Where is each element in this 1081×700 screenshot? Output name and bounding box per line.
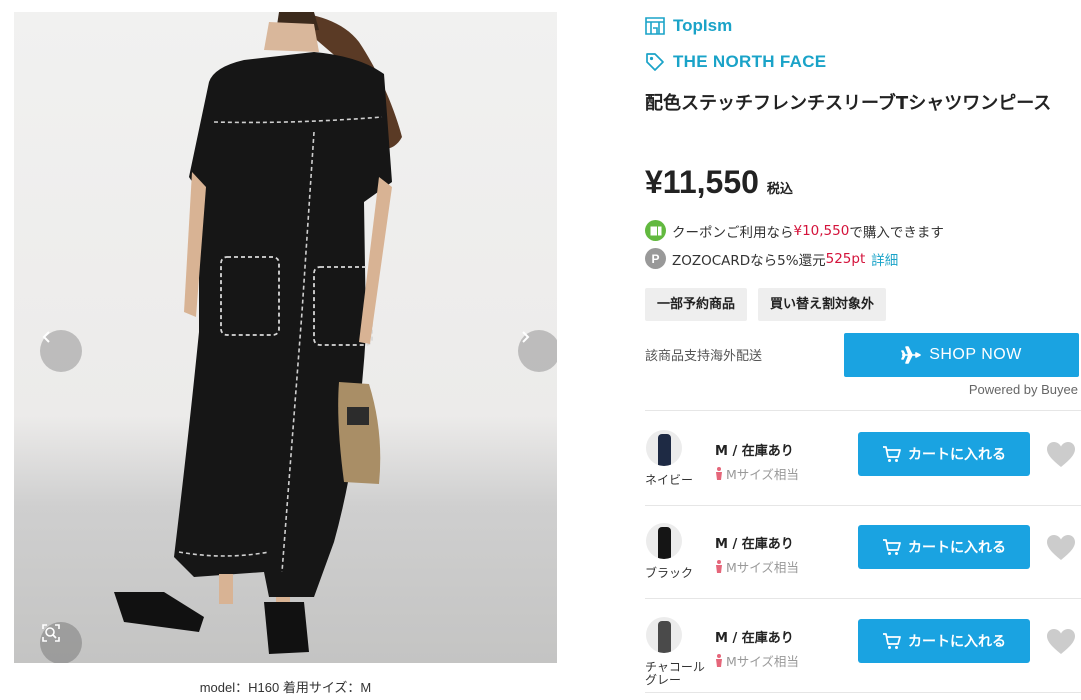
variant-row: チャコールグレー M / 在庫あり Mサイズ相当 カートに入れる [645,617,1081,700]
divider [645,410,1081,411]
zozocard-info: P ZOZOCARDなら5%還元 525pt 詳細 [645,248,898,269]
next-image-button[interactable] [518,330,557,372]
favorite-heart-icon[interactable] [1046,534,1076,561]
zozocard-points: 525pt [825,250,866,267]
price-block: ¥11,550 税込 [645,164,793,201]
shop-name: TopIsm [673,16,733,35]
previous-image-button[interactable] [40,330,82,372]
product-photo [14,12,557,663]
coupon-suffix: で購入できます [849,224,944,241]
tag-icon [646,53,664,71]
size-hint-text: Mサイズ相当 [726,654,799,669]
shop-link[interactable]: TopIsm [645,16,732,36]
coupon-icon [645,220,666,241]
product-info-panel: TopIsm THE NORTH FACE 配色ステッチフレンチスリーブTシャツ… [645,0,1081,700]
person-icon [716,654,722,667]
airplane-icon [901,346,921,364]
product-tags: 一部予約商品 買い替え割対象外 [645,288,887,321]
zozocard-text: ZOZOCARDなら5%還元 [672,252,826,269]
product-title: 配色ステッチフレンチスリーブTシャツワンピース [645,93,1052,114]
add-to-cart-label: カートに入れる [908,447,1006,463]
add-to-cart-button[interactable]: カートに入れる [858,432,1030,476]
stock-status: M / 在庫あり [715,537,794,552]
model-size-caption: model：H160 着用サイズ：M [199,680,372,695]
size-hint-text: Mサイズ相当 [726,467,799,482]
add-to-cart-label: カートに入れる [908,540,1006,556]
points-icon: P [645,248,666,269]
dress-illustration [114,12,402,654]
size-hint: Mサイズ相当 [715,557,799,576]
swatch-figure [658,434,671,466]
size-hint: Mサイズ相当 [715,464,799,483]
person-icon [716,467,722,480]
add-to-cart-label: カートに入れる [908,634,1006,650]
color-thumbnail[interactable] [646,617,682,653]
zozocard-detail-link[interactable]: 詳細 [871,249,898,269]
coupon-prefix: クーポンご利用なら [672,224,794,241]
chevron-left-icon [42,331,50,343]
tag-preorder: 一部予約商品 [645,288,748,321]
coupon-price: ¥10,550 [793,222,850,239]
divider [645,598,1081,599]
swatch-figure [658,621,671,653]
brand-name: THE NORTH FACE [673,52,827,71]
cart-icon [883,633,901,649]
color-name: チャコールグレー [645,660,705,687]
tax-label: 税込 [766,182,793,197]
swatch-figure [658,527,671,559]
shop-now-label: SHOP NOW [929,346,1022,363]
zoom-image-button[interactable] [40,622,82,663]
divider [645,505,1081,506]
stock-status: M / 在庫あり [715,631,794,646]
add-to-cart-button[interactable]: カートに入れる [858,619,1030,663]
brand-link[interactable]: THE NORTH FACE [645,52,826,72]
color-name: ブラック [645,566,694,580]
zoom-search-icon [42,624,60,642]
size-hint-text: Mサイズ相当 [726,560,799,575]
size-hint: Mサイズ相当 [715,651,799,670]
powered-by-buyee: Powered by Buyee [968,382,1078,397]
coupon-info: クーポンご利用なら ¥10,550 で購入できます [645,220,944,241]
product-price: ¥11,550 [645,164,759,200]
stock-status: M / 在庫あり [715,444,794,459]
cart-icon [883,446,901,462]
color-name: ネイビー [645,473,694,487]
add-to-cart-button[interactable]: カートに入れる [858,525,1030,569]
overseas-shipping-note: 該商品支持海外配送 [645,349,763,364]
variant-row: ネイビー M / 在庫あり Mサイズ相当 カートに入れる [645,430,1081,523]
divider [645,692,1081,693]
shop-icon [645,17,665,35]
color-thumbnail[interactable] [646,430,682,466]
shop-now-button[interactable]: SHOP NOW [844,333,1079,377]
color-thumbnail[interactable] [646,523,682,559]
favorite-heart-icon[interactable] [1046,441,1076,468]
favorite-heart-icon[interactable] [1046,628,1076,655]
tag-trade-in: 買い替え割対象外 [758,288,887,321]
person-icon [716,560,722,573]
chevron-right-icon [522,331,530,343]
variant-row: ブラック M / 在庫あり Mサイズ相当 カートに入れる [645,523,1081,616]
cart-icon [883,539,901,555]
